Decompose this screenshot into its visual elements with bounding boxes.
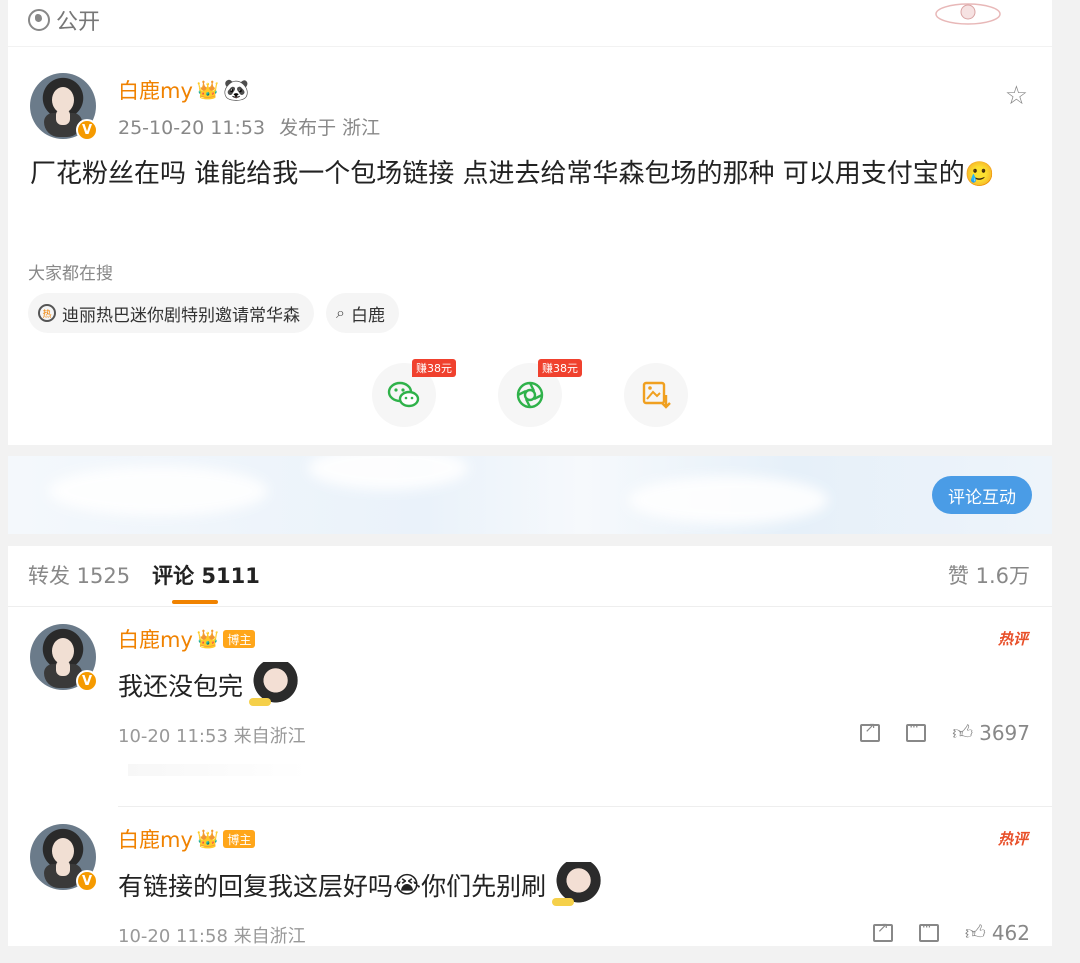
forward-icon[interactable] [872, 920, 893, 942]
post-time: 25-10-20 11:53 [118, 117, 266, 139]
reward-badge: 赚38元 [412, 359, 456, 377]
moments-icon [516, 381, 544, 409]
like-count: 3697 [979, 720, 1030, 745]
save-image-icon [642, 381, 671, 409]
chip-label: 迪丽热巴迷你剧特别邀请常华森 [62, 305, 300, 326]
comment-meta: 10-20 11:53 来自浙江 [118, 726, 306, 747]
crown-icon: 👑 [196, 828, 220, 850]
panda-icon: 🐼 [223, 77, 250, 102]
username-text: 白鹿my [118, 828, 193, 852]
comment-text: 有链接的回复我这层好吗 😭 你们先别刷 [118, 862, 603, 908]
tab-likes[interactable]: 赞 1.6万 [948, 560, 1030, 590]
like-button[interactable]: 👍︎ 3697 [952, 720, 1030, 745]
comment-username[interactable]: 白鹿my 👑 博主 [118, 824, 256, 854]
hot-search-chip-1[interactable]: 热 迪丽热巴迷你剧特别邀请常华森 [28, 293, 314, 333]
comments-card: 转发 1525 评论 5111 赞 1.6万 V 白鹿my 👑 博主 热评 我还… [8, 546, 1052, 947]
like-button[interactable]: 👍︎ 462 [965, 920, 1030, 945]
comment-text-after: 你们先别刷 [421, 872, 547, 901]
crown-icon: 👑 [196, 79, 220, 101]
reward-badge: 赚38元 [538, 359, 582, 377]
post-location: 发布于 浙江 [279, 117, 381, 139]
sticker-image [550, 862, 603, 908]
reply-icon[interactable] [918, 920, 939, 942]
comment-username[interactable]: 白鹿my 👑 博主 [118, 624, 256, 654]
blogger-tag: 博主 [223, 630, 256, 648]
username-text: 白鹿my [118, 79, 193, 103]
verified-badge-icon: V [76, 670, 98, 692]
avatar[interactable]: V [30, 73, 98, 141]
like-count: 462 [991, 920, 1030, 945]
crown-icon: 👑 [196, 628, 220, 650]
comment-item: V 白鹿my 👑 博主 热评 有链接的回复我这层好吗 😭 你们先别刷 10-20… [8, 806, 1052, 963]
comment-text-body: 我还没包完 [118, 672, 244, 701]
username-text: 白鹿my [118, 628, 193, 652]
tab-comments[interactable]: 评论 5111 [152, 560, 260, 604]
avatar[interactable]: V [30, 824, 98, 892]
tearful-smile-emoji: 🥲 [964, 160, 995, 188]
divider [128, 764, 308, 776]
forward-icon[interactable] [860, 720, 881, 742]
post-text: 厂花粉丝在吗 谁能给我一个包场链接 点进去给常华森包场的那种 可以用支付宝的🥲 [30, 155, 1030, 193]
hot-comment-label: 热评 [997, 630, 1028, 648]
moments-share-button[interactable]: 赚38元 [498, 359, 582, 427]
post-meta: 25-10-20 11:53 发布于 浙江 [118, 113, 380, 140]
verified-badge-icon: V [76, 119, 98, 141]
crying-emoji: 😭 [393, 871, 422, 899]
thumbs-up-icon: 👍︎ [964, 920, 986, 944]
share-row: 赚38元 赚38元 [8, 359, 1052, 429]
post-text-body: 厂花粉丝在吗 谁能给我一个包场链接 点进去给常华森包场的那种 可以用支付宝的 [30, 159, 965, 189]
comment-meta: 10-20 11:58 来自浙江 [118, 926, 306, 947]
hot-search-label: 大家都在搜 [28, 264, 113, 284]
post-username[interactable]: 白鹿my 👑 🐼 [118, 75, 249, 105]
comment-item: V 白鹿my 👑 博主 热评 我还没包完 10-20 11:53 来自浙江 👍︎… [8, 606, 1052, 807]
comment-interaction-banner: 评论互动 [8, 456, 1052, 534]
hot-search-chip-2[interactable]: ⌕ 白鹿 [326, 293, 399, 333]
favorite-star-icon[interactable]: ☆ [1005, 81, 1028, 111]
wechat-share-button[interactable]: 赚38元 [372, 359, 456, 427]
avatar[interactable]: V [30, 624, 98, 692]
visibility-label: 公开 [56, 10, 101, 35]
thumbs-up-icon: 👍︎ [952, 720, 974, 744]
hot-search-icon: 热 [38, 304, 56, 322]
decoration-sticker-icon [935, 3, 1001, 25]
search-icon: ⌕ [336, 303, 345, 322]
tab-repost[interactable]: 转发 1525 [28, 560, 130, 590]
comment-interact-button[interactable]: 评论互动 [932, 476, 1032, 514]
comment-text-before: 有链接的回复我这层好吗 [118, 872, 394, 901]
hot-comment-label: 热评 [997, 830, 1028, 848]
reply-icon[interactable] [906, 720, 927, 742]
globe-icon [28, 9, 50, 31]
tab-bar: 转发 1525 评论 5111 [28, 560, 260, 604]
wechat-icon [387, 381, 420, 408]
visibility-bar: 公开 [8, 0, 1052, 46]
chip-label: 白鹿 [350, 305, 385, 326]
comment-actions: 👍︎ 462 [872, 920, 1030, 945]
hot-search-chips: 热 迪丽热巴迷你剧特别邀请常华森 ⌕ 白鹿 [28, 293, 399, 333]
visibility-indicator[interactable]: 公开 [28, 4, 100, 36]
blogger-tag: 博主 [223, 830, 256, 848]
comment-text: 我还没包完 [118, 662, 300, 708]
post-card: V 白鹿my 👑 🐼 25-10-20 11:53 发布于 浙江 ☆ 厂花粉丝在… [8, 47, 1052, 445]
verified-badge-icon: V [76, 870, 98, 892]
sticker-image [247, 662, 300, 708]
comment-actions: 👍︎ 3697 [860, 720, 1030, 745]
save-image-button[interactable] [624, 363, 688, 427]
